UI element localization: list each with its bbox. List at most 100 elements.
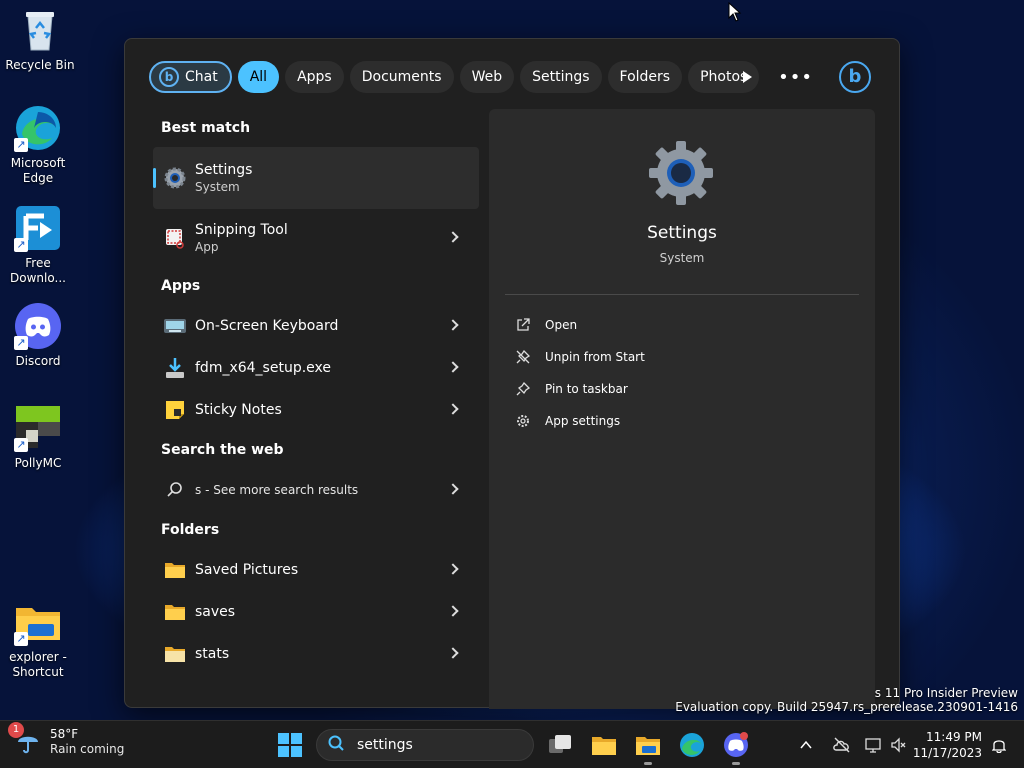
result-title: Settings <box>195 162 253 178</box>
action-pin-to-taskbar[interactable]: Pin to taskbar <box>515 373 645 405</box>
clock-date: 11/17/2023 <box>912 746 982 760</box>
taskbar-search-input[interactable]: settings <box>357 737 413 753</box>
result-folder-saves[interactable]: saves <box>153 591 479 633</box>
keyboard-icon <box>163 314 187 338</box>
system-tray <box>798 731 908 759</box>
pollymc-icon: ↗ <box>14 404 62 452</box>
open-external-icon <box>515 317 531 333</box>
clock-time: 11:49 PM <box>926 730 982 744</box>
desktop-icon-label: Discord <box>15 354 61 368</box>
search-icon <box>327 734 345 756</box>
unpin-icon <box>515 349 531 365</box>
detail-subtitle: System <box>659 251 705 265</box>
shortcut-arrow-icon: ↗ <box>14 632 28 646</box>
result-title: fdm_x64_setup.exe <box>195 360 331 376</box>
taskbar-edge[interactable] <box>678 731 706 759</box>
settings-gear-icon <box>647 139 715 207</box>
taskbar-file-explorer[interactable] <box>590 731 618 759</box>
weather-widget[interactable]: 1 58°F Rain coming <box>8 722 125 757</box>
desktop-icon-label: Free Downlo... <box>10 256 66 285</box>
action-app-settings[interactable]: App settings <box>515 405 645 437</box>
taskbar-discord[interactable] <box>722 731 750 765</box>
action-open[interactable]: Open <box>515 309 645 341</box>
notification-bell-icon[interactable] <box>991 737 1007 754</box>
filter-chat[interactable]: b Chat <box>149 61 232 93</box>
result-sticky-notes[interactable]: Sticky Notes <box>153 389 479 431</box>
taskbar-search-box[interactable]: settings <box>316 729 534 761</box>
taskbar-file-explorer-2[interactable] <box>634 731 662 765</box>
result-title: On-Screen Keyboard <box>195 318 339 334</box>
result-on-screen-keyboard[interactable]: On-Screen Keyboard <box>153 305 479 347</box>
weather-temp: 58°F <box>50 727 79 741</box>
settings-gear-icon <box>163 166 187 190</box>
taskbar-task-view[interactable] <box>546 731 574 759</box>
filter-apps[interactable]: Apps <box>285 61 344 93</box>
result-settings[interactable]: Settings System <box>153 147 479 209</box>
shortcut-arrow-icon: ↗ <box>14 438 28 452</box>
gear-icon <box>515 413 531 429</box>
result-folder-saved-pictures[interactable]: Saved Pictures <box>153 549 479 591</box>
desktop-icon-free-download-manager[interactable]: ↗ Free Downlo... <box>0 204 76 286</box>
desktop-icon-recycle-bin[interactable]: Recycle Bin <box>2 6 78 73</box>
folder-icon <box>636 737 660 755</box>
more-options-icon[interactable]: ••• <box>778 67 813 88</box>
filter-web[interactable]: Web <box>459 61 515 93</box>
result-folder-stats[interactable]: stats <box>153 633 479 675</box>
start-button[interactable] <box>278 733 302 757</box>
network-icon[interactable] <box>864 736 882 754</box>
section-folders: Folders <box>161 522 220 538</box>
desktop-icon-discord[interactable]: ↗ Discord <box>0 302 76 369</box>
chevron-up-icon[interactable] <box>798 737 814 753</box>
play-icon[interactable] <box>743 71 753 83</box>
search-filters: b Chat All Apps Documents Web Settings F… <box>149 61 760 95</box>
bing-icon[interactable]: b <box>839 61 871 93</box>
pin-icon <box>515 381 531 397</box>
installer-download-icon <box>163 356 187 380</box>
folder-icon <box>163 642 187 666</box>
shortcut-arrow-icon: ↗ <box>14 238 28 252</box>
snipping-tool-icon <box>163 226 187 250</box>
desktop-icon-pollymc[interactable]: ↗ PollyMC <box>0 404 76 471</box>
detail-divider <box>505 294 859 295</box>
discord-icon: ↗ <box>14 302 62 350</box>
weather-condition: Rain coming <box>50 742 125 756</box>
result-web-search[interactable]: s - See more search results <box>153 469 479 511</box>
edge-icon: ↗ <box>14 104 62 152</box>
taskbar: 1 58°F Rain coming settings 11:49 PM 11/… <box>0 720 1024 768</box>
edge-icon <box>680 733 704 757</box>
desktop-icon-edge[interactable]: ↗ Microsoft Edge <box>0 104 76 186</box>
fdm-icon: ↗ <box>14 204 62 252</box>
weather-alert-badge: 1 <box>8 722 24 738</box>
action-unpin-from-start[interactable]: Unpin from Start <box>515 341 645 373</box>
section-best-match: Best match <box>161 120 251 136</box>
result-title: stats <box>195 646 230 662</box>
desktop-icon-label: Recycle Bin <box>5 58 75 72</box>
filter-folders[interactable]: Folders <box>607 61 683 93</box>
filter-all[interactable]: All <box>237 61 280 93</box>
taskbar-clock[interactable]: 11:49 PM 11/17/2023 <box>913 729 982 761</box>
result-snipping-tool[interactable]: Snipping Tool App <box>153 209 479 267</box>
filter-documents[interactable]: Documents <box>349 61 454 93</box>
shortcut-arrow-icon: ↗ <box>14 336 28 350</box>
desktop-icon-explorer-shortcut[interactable]: ↗ explorer - Shortcut <box>0 598 76 680</box>
volume-muted-icon[interactable] <box>890 736 908 754</box>
onedrive-offline-icon[interactable] <box>832 735 852 755</box>
bing-chat-icon: b <box>159 67 179 87</box>
desktop-icon-label: PollyMC <box>14 456 62 470</box>
running-indicator <box>644 762 652 765</box>
shortcut-arrow-icon: ↗ <box>14 138 28 152</box>
search-icon <box>163 478 187 502</box>
desktop-icon-label: explorer - Shortcut <box>9 650 67 679</box>
umbrella-rain-icon: 1 <box>8 722 42 756</box>
detail-pane: Settings System Open Unpin from Start Pi <box>489 109 875 709</box>
filter-settings[interactable]: Settings <box>520 61 602 93</box>
task-view-icon <box>549 735 571 753</box>
result-title: Saved Pictures <box>195 562 299 578</box>
file-explorer-icon <box>592 737 616 755</box>
result-title: saves <box>195 604 236 620</box>
section-search-web: Search the web <box>161 442 284 458</box>
folder-icon <box>163 600 187 624</box>
result-fdm-setup[interactable]: fdm_x64_setup.exe <box>153 347 479 389</box>
result-title: s - See more search results <box>195 483 359 497</box>
evaluation-watermark: s 11 Pro Insider Preview Evaluation copy… <box>675 686 1018 714</box>
